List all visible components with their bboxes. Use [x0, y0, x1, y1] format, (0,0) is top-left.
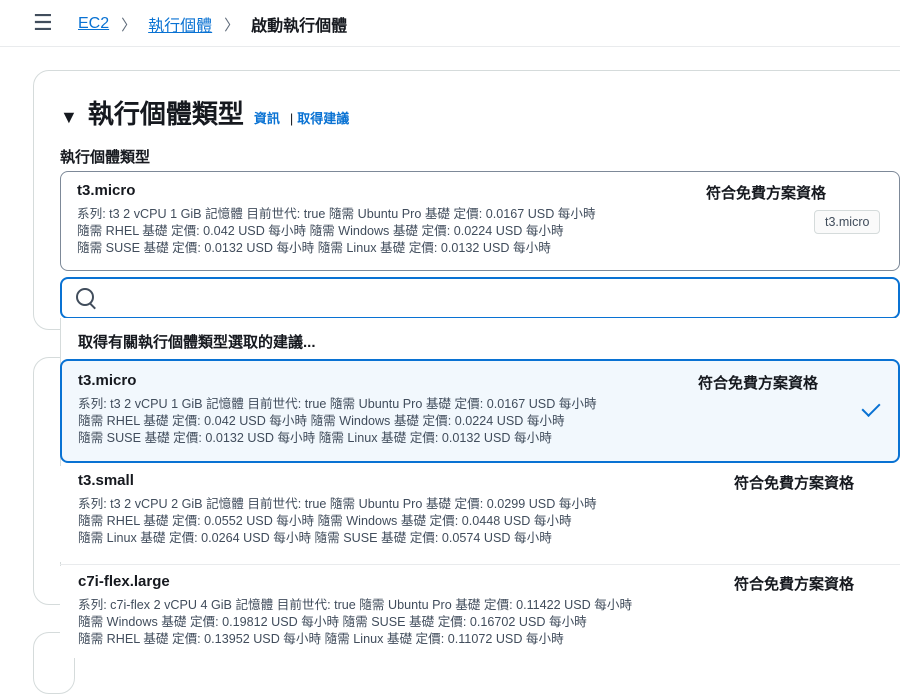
option-name: t3.micro — [78, 372, 137, 389]
detail-line: 系列: t3 2 vCPU 1 GiB 記憶體 目前世代: true 隨需 Ub… — [78, 397, 597, 411]
instance-type-select[interactable]: t3.micro 符合免費方案資格 系列: t3 2 vCPU 1 GiB 記憶… — [60, 171, 900, 271]
breadcrumb-current: 啟動執行個體 — [251, 18, 348, 35]
option-name: t3.small — [78, 472, 134, 489]
chevron-right-icon: 〉 — [121, 16, 137, 34]
free-tier-label: 符合免費方案資格 — [698, 375, 819, 392]
option-details: 系列: t3 2 vCPU 1 GiB 記憶體 目前世代: true 隨需 Ub… — [78, 396, 597, 447]
top-bar: ☰ EC2 〉 執行個體 〉 啟動執行個體 — [0, 0, 900, 47]
selected-name: t3.micro — [77, 182, 136, 199]
detail-line: 隨需 SUSE 基礎 定價: 0.0132 USD 每小時 隨需 Linux 基… — [78, 431, 552, 445]
menu-icon[interactable]: ☰ — [33, 10, 53, 36]
info-link[interactable]: 資訊 — [254, 108, 280, 127]
free-tier-label: 符合免費方案資格 — [706, 185, 827, 202]
detail-line: 系列: t3 2 vCPU 1 GiB 記憶體 目前世代: true 隨需 Ub… — [77, 207, 596, 221]
recommend-link[interactable]: 取得建議 — [297, 108, 349, 127]
section-header: ▼ 執行個體類型 資訊 | 取得建議 — [60, 94, 349, 131]
option-details: 系列: c7i-flex 2 vCPU 4 GiB 記憶體 目前世代: true… — [78, 597, 632, 648]
instance-type-label: 執行個體類型 — [60, 149, 151, 166]
breadcrumb-instances[interactable]: 執行個體 — [148, 12, 212, 36]
detail-line: 系列: c7i-flex 2 vCPU 4 GiB 記憶體 目前世代: true… — [78, 598, 633, 612]
option-details: 系列: t3 2 vCPU 2 GiB 記憶體 目前世代: true 隨需 Ub… — [78, 496, 597, 547]
option-divider — [60, 564, 900, 565]
detail-line: 系列: t3 2 vCPU 2 GiB 記憶體 目前世代: true 隨需 Ub… — [78, 497, 597, 511]
breadcrumb-ec2[interactable]: EC2 — [78, 15, 109, 33]
free-tier-label: 符合免費方案資格 — [734, 475, 855, 492]
check-icon — [861, 397, 881, 418]
search-field[interactable] — [60, 277, 900, 319]
caret-down-icon[interactable]: ▼ — [60, 107, 78, 128]
link-separator: | — [289, 111, 294, 126]
detail-line: 隨需 SUSE 基礎 定價: 0.0132 USD 每小時 隨需 Linux 基… — [77, 241, 551, 255]
detail-line: 隨需 Windows 基礎 定價: 0.19812 USD 每小時 隨需 SUS… — [78, 615, 587, 629]
detail-line: 隨需 RHEL 基礎 定價: 0.13952 USD 每小時 隨需 Linux … — [78, 632, 564, 646]
search-input[interactable] — [102, 285, 886, 313]
option-name: c7i-flex.large — [78, 573, 170, 590]
suggestion-link[interactable]: 取得有關執行個體類型選取的建議... — [78, 331, 316, 352]
chevron-right-icon: 〉 — [224, 16, 240, 34]
free-tier-label: 符合免費方案資格 — [734, 576, 855, 593]
detail-line: 隨需 RHEL 基礎 定價: 0.0552 USD 每小時 隨需 Windows… — [78, 514, 572, 528]
selected-details: 系列: t3 2 vCPU 1 GiB 記憶體 目前世代: true 隨需 Ub… — [77, 206, 596, 257]
detail-line: 隨需 RHEL 基礎 定價: 0.042 USD 每小時 隨需 Windows … — [77, 224, 564, 238]
detail-line: 隨需 Linux 基礎 定價: 0.0264 USD 每小時 隨需 SUSE 基… — [78, 531, 552, 545]
tooltip: t3.micro — [814, 210, 881, 234]
option-t3-micro[interactable]: t3.micro 符合免費方案資格 系列: t3 2 vCPU 1 GiB 記憶… — [60, 359, 900, 463]
breadcrumb: EC2 〉 執行個體 〉 啟動執行個體 — [78, 12, 347, 36]
option-c7i-flex-large[interactable]: c7i-flex.large 符合免費方案資格 系列: c7i-flex 2 v… — [60, 566, 900, 658]
detail-line: 隨需 RHEL 基礎 定價: 0.042 USD 每小時 隨需 Windows … — [78, 414, 565, 428]
search-icon — [76, 288, 94, 306]
section-title: 執行個體類型 — [87, 99, 244, 129]
option-t3-small[interactable]: t3.small 符合免費方案資格 系列: t3 2 vCPU 2 GiB 記憶… — [60, 466, 900, 562]
